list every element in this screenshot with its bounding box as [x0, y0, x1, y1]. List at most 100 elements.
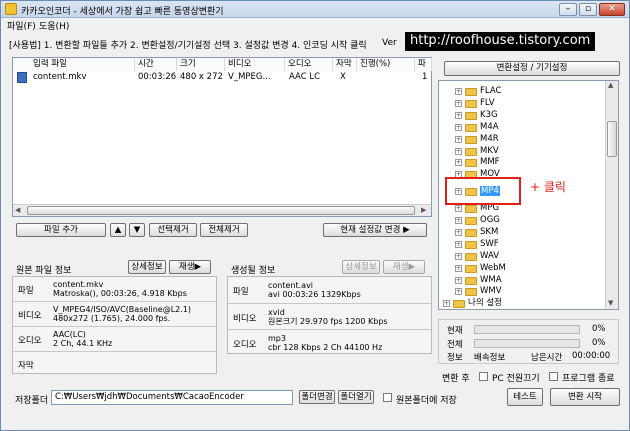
output-play-button[interactable]: 재생▶ — [383, 260, 425, 274]
remain-label: 남은시간 — [531, 353, 563, 363]
move-down-button[interactable]: ▼ — [129, 223, 145, 237]
expand-icon[interactable]: + — [455, 123, 462, 131]
save-path-input[interactable]: C:₩Users₩jdh₩Documents₩CacaoEncoder — [51, 390, 293, 405]
output-file-desc: avi 00:03:26 1329Kbps — [268, 290, 361, 299]
open-folder-button[interactable]: 폴더열기 — [338, 390, 374, 404]
title-bar: 카카오인코더 - 세상에서 가장 쉽고 빠른 동영상변환기 – ▫ ✕ — [1, 1, 629, 18]
scrollbar-thumb[interactable] — [27, 206, 415, 215]
tree-scrollbar[interactable]: ▲ ▼ — [605, 81, 618, 309]
file-list[interactable]: 입력 파일 시간 크기 비디오 오디오 자막 진행(%) 파 content.m… — [12, 57, 432, 217]
output-audio-line2: cbr 128 Kbps 2 Ch 44100 Hz — [268, 343, 383, 352]
scroll-up-icon[interactable]: ▲ — [608, 81, 613, 89]
expand-icon[interactable]: + — [455, 147, 462, 155]
folder-icon — [465, 288, 477, 297]
tree-item-label: OGG — [480, 215, 500, 225]
exit-label: 프로그램 종료 — [562, 374, 615, 384]
tree-item-label: MMF — [480, 157, 500, 168]
source-detail-button[interactable]: 상세정보 — [128, 260, 166, 274]
expand-icon[interactable]: + — [455, 135, 462, 143]
source-file-label: 파일 — [18, 286, 34, 296]
start-convert-button[interactable]: 변환 시작 — [550, 388, 620, 406]
total-label: 전체 — [447, 340, 463, 350]
output-video-label: 비디오 — [233, 314, 257, 324]
menu-file[interactable]: 파일(F) — [7, 19, 36, 32]
close-button[interactable]: ✕ — [599, 3, 625, 16]
menu-help[interactable]: 도움(H) — [39, 19, 69, 32]
source-play-button[interactable]: 재생▶ — [169, 260, 211, 274]
tree-item-label: WAV — [480, 250, 500, 261]
progress-box: 현재 0% 전체 0% 정보 배속정보 남은시간 00:00:00 — [438, 319, 619, 364]
watermark: http://roofhouse.tistory.com — [405, 32, 596, 51]
output-video-line2: 원본크기 29.970 fps 1200 Kbps — [268, 317, 388, 326]
expand-icon[interactable]: + — [455, 240, 462, 248]
expand-icon[interactable]: + — [455, 288, 462, 296]
expand-icon[interactable]: + — [455, 205, 462, 213]
folder-icon — [465, 205, 477, 214]
horizontal-scrollbar[interactable]: ◀ ▶ — [13, 204, 431, 216]
folder-icon — [465, 88, 477, 96]
col-size[interactable]: 크기 — [177, 58, 225, 71]
col-audio[interactable]: 오디오 — [285, 58, 333, 71]
tree-item-label: K3G — [480, 109, 498, 120]
col-time[interactable]: 시간 — [135, 58, 177, 71]
expand-icon[interactable]: + — [455, 264, 462, 272]
folder-icon — [465, 217, 477, 225]
same-folder-checkbox[interactable] — [383, 393, 392, 402]
version-label: Ver — [382, 38, 397, 48]
folder-icon — [465, 228, 477, 237]
app-window: 카카오인코더 - 세상에서 가장 쉽고 빠른 동영상변환기 – ▫ ✕ 파일(F… — [0, 0, 630, 431]
shutdown-checkbox[interactable] — [479, 372, 488, 381]
expand-icon[interactable]: + — [455, 252, 462, 260]
remove-all-button[interactable]: 전체제거 — [200, 223, 248, 237]
expand-icon[interactable]: + — [455, 88, 462, 95]
test-button[interactable]: 테스트 — [507, 388, 543, 406]
move-up-button[interactable]: ▲ — [110, 223, 126, 237]
col-extra[interactable]: 파 — [415, 58, 432, 71]
tree-item-label: SWF — [480, 238, 499, 249]
folder-icon — [453, 300, 465, 309]
folder-icon — [465, 264, 477, 273]
expand-icon[interactable]: + — [455, 111, 462, 119]
source-audio-row: 오디오 AAC(LC) 2 Ch, 44.1 KHz — [13, 326, 216, 350]
change-settings-button[interactable]: 현재 설정값 변경 ▶ — [323, 223, 427, 237]
tree-header-button[interactable]: 변환설정 / 기기설정 — [444, 61, 620, 76]
change-folder-button[interactable]: 폴더변경 — [299, 390, 335, 404]
info-label: 정보 — [447, 353, 463, 363]
tree-item-label: 나의 설정 — [468, 298, 502, 309]
source-video-line2: 480x272 (1.765), 24.000 fps. — [53, 314, 171, 323]
tree-item-label: WMA — [480, 274, 502, 285]
source-subtitle-label: 자막 — [18, 361, 34, 371]
folder-icon — [465, 147, 477, 156]
output-file-label: 파일 — [233, 287, 249, 297]
output-detail-button[interactable]: 상세정보 — [342, 260, 380, 274]
maximize-button[interactable]: ▫ — [579, 3, 597, 16]
expand-icon[interactable]: + — [455, 159, 462, 167]
menu-bar: 파일(F) 도움(H) — [1, 18, 629, 33]
col-input-file[interactable]: 입력 파일 — [13, 58, 135, 71]
scroll-down-icon[interactable]: ▼ — [608, 299, 613, 307]
tree-scrollbar-thumb[interactable] — [607, 121, 617, 157]
expand-icon[interactable]: + — [455, 228, 462, 236]
row-extra: 1 — [422, 72, 428, 82]
source-info-title: 원본 파일 정보 — [16, 266, 72, 276]
minimize-button[interactable]: – — [559, 3, 577, 16]
exit-checkbox[interactable] — [549, 372, 558, 381]
source-video-row: 비디오 V_MPEG4/ISO/AVC(Baseline@L2.1) 480x2… — [13, 301, 216, 325]
scroll-right-icon[interactable]: ▶ — [421, 206, 426, 214]
remove-selected-button[interactable]: 선택제거 — [149, 223, 197, 237]
folder-icon — [465, 111, 477, 120]
tree-item-label: SKM — [480, 226, 499, 237]
tree-item-label: FLAC — [480, 86, 502, 96]
source-audio-line1: AAC(LC) — [53, 330, 86, 339]
source-video-line1: V_MPEG4/ISO/AVC(Baseline@L2.1) — [53, 305, 192, 314]
add-file-button[interactable]: 파일 추가 — [16, 223, 106, 237]
scroll-left-icon[interactable]: ◀ — [15, 206, 20, 214]
row-size: 480 x 272 — [180, 72, 223, 82]
col-subtitle[interactable]: 자막 — [333, 58, 357, 71]
expand-icon[interactable]: + — [443, 300, 450, 308]
expand-icon[interactable]: + — [455, 276, 462, 284]
col-progress[interactable]: 진행(%) — [357, 58, 415, 71]
expand-icon[interactable]: + — [455, 217, 462, 224]
expand-icon[interactable]: + — [455, 99, 462, 107]
col-video[interactable]: 비디오 — [225, 58, 285, 71]
